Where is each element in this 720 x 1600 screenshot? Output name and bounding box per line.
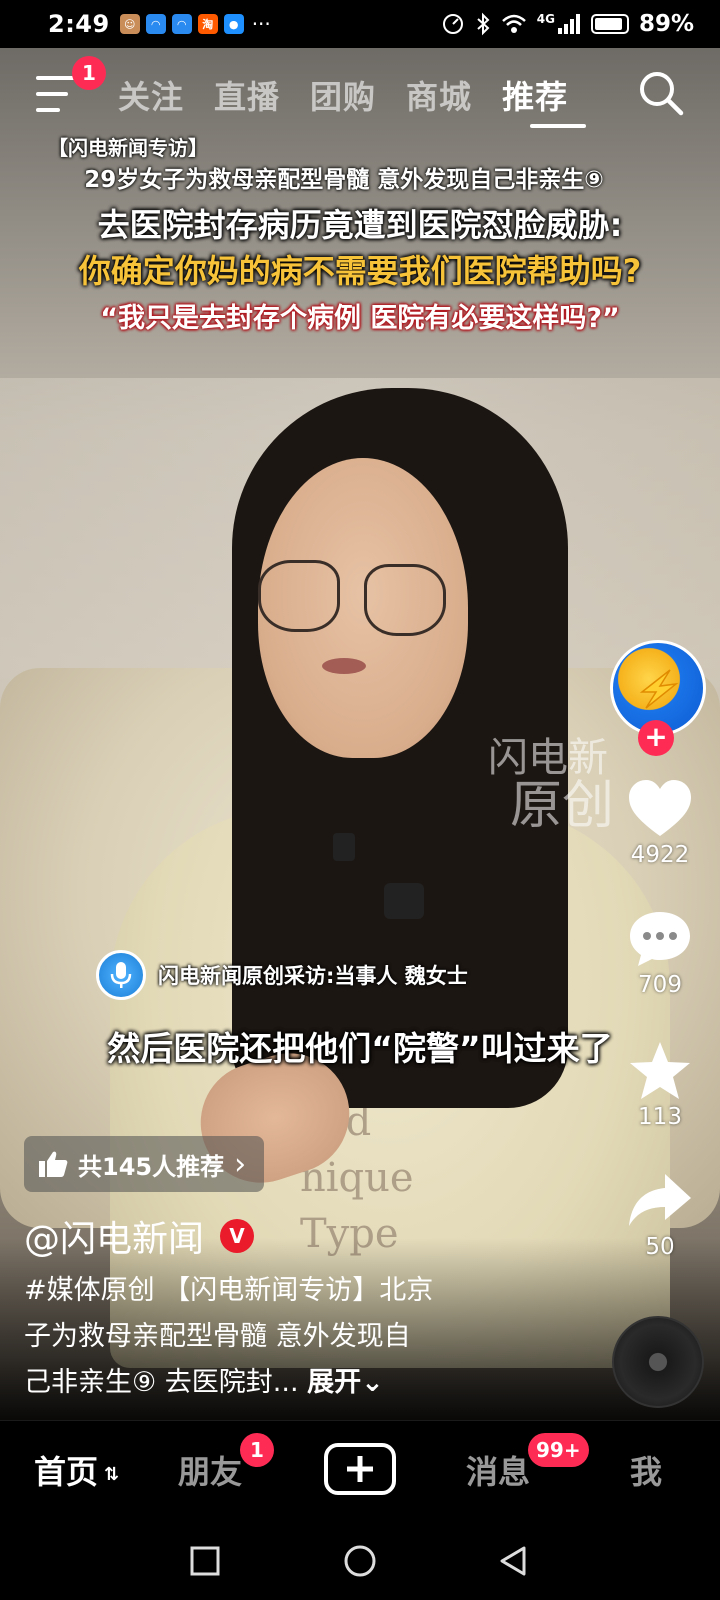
taobao-app-icon: 淘 xyxy=(197,14,218,34)
recommend-chip[interactable]: 共145人推荐 › xyxy=(24,1136,265,1192)
like-button[interactable]: 4922 xyxy=(612,778,708,868)
caption-line1: 29岁女子为救母亲配型骨髓 意外发现自己非亲生⑨ xyxy=(84,167,604,193)
expand-button[interactable]: 展开⌄ xyxy=(307,1367,384,1398)
network-type: 4G xyxy=(536,12,555,26)
status-right: 4G 89% xyxy=(441,11,694,37)
glasses-right xyxy=(364,564,446,636)
recents-icon[interactable] xyxy=(188,1544,222,1578)
favorite-count: 113 xyxy=(638,1104,682,1130)
share-arrow-icon xyxy=(629,1174,691,1226)
plus-icon xyxy=(347,1456,373,1482)
desc-line3: 己非亲生⑨ 去医院封... xyxy=(24,1367,308,1398)
share-button[interactable]: 50 xyxy=(612,1170,708,1260)
nav-friends[interactable]: 朋友 xyxy=(178,1447,242,1493)
comment-button[interactable]: 709 xyxy=(612,908,708,998)
thumbs-up-icon xyxy=(39,1151,68,1177)
chevron-right-icon: › xyxy=(234,1146,247,1182)
tab-following[interactable]: 关注 xyxy=(118,72,184,118)
search-icon[interactable] xyxy=(636,68,686,118)
data-saver-icon xyxy=(442,14,463,34)
caption-line3: 你确定你妈的病不需要我们医院帮助吗? xyxy=(78,252,642,290)
more-notifications-icon: ··· xyxy=(251,12,271,36)
microphone-icon xyxy=(96,950,146,1000)
status-time: 2:49 xyxy=(48,10,110,38)
author-row[interactable]: @闪电新闻 V xyxy=(24,1210,255,1262)
lapel-mic xyxy=(384,883,424,919)
share-count: 50 xyxy=(645,1234,675,1260)
bottom-nav: 首页 ⇅ 朋友 1 消息 99+ 我 xyxy=(0,1420,720,1520)
active-tab-indicator xyxy=(530,124,586,128)
watermark-line1: 闪电新 xyxy=(488,735,608,781)
caption-tag: 【闪电新闻专访】 xyxy=(48,136,208,160)
watermark-line2: 原创 xyxy=(510,776,615,836)
music-disc-icon[interactable] xyxy=(612,1316,704,1408)
interview-text: 闪电新闻原创采访:当事人 魏女士 xyxy=(158,964,468,988)
cloud-app-icon: ◠ xyxy=(145,14,166,34)
heart-icon xyxy=(629,780,691,836)
signal-icon xyxy=(557,14,580,34)
top-nav: 1 关注 直播 团购 商城 推荐 xyxy=(0,56,720,130)
tab-mall[interactable]: 商城 xyxy=(406,72,472,118)
author-avatar[interactable]: + xyxy=(610,640,706,756)
tab-live[interactable]: 直播 xyxy=(214,72,280,118)
comment-icon xyxy=(630,912,690,966)
shirt-print-line: nique xyxy=(300,1155,414,1201)
back-triangle-icon[interactable] xyxy=(496,1544,530,1578)
create-button[interactable] xyxy=(324,1443,396,1495)
glasses-left xyxy=(258,560,340,632)
nav-home[interactable]: 首页 ⇅ xyxy=(34,1447,119,1493)
bluetooth-icon xyxy=(477,12,490,36)
home-circle-icon[interactable] xyxy=(343,1544,377,1578)
video-watermark: 闪电新 原创 xyxy=(488,734,615,836)
weibo-app-icon: ● xyxy=(223,14,244,34)
cloud-app-icon-2: ◠ xyxy=(171,14,192,34)
desc-line1: #媒体原创 【闪电新闻专访】北京 xyxy=(24,1275,434,1306)
messages-badge: 99+ xyxy=(528,1433,589,1467)
tab-group-buy[interactable]: 团购 xyxy=(310,72,376,118)
battery-icon xyxy=(590,14,629,34)
recommend-count-text: 共145人推荐 xyxy=(78,1152,225,1181)
menu-badge: 1 xyxy=(72,56,106,90)
nav-home-label: 首页 xyxy=(34,1453,99,1491)
desc-line2: 子为救母亲配型骨髓 意外发现自 xyxy=(24,1321,411,1352)
lapel-mic-clip xyxy=(333,833,355,861)
caption-line4: “我只是去封存个病例 医院有必要这样吗?” xyxy=(100,303,620,334)
author-name[interactable]: @闪电新闻 xyxy=(24,1210,204,1262)
status-bar: 2:49 ☺ ◠ ◠ 淘 ● ··· 4G 89% xyxy=(0,0,720,48)
status-app-icons: ☺ ◠ ◠ 淘 ● xyxy=(119,14,244,34)
interview-label: 闪电新闻原创采访:当事人 魏女士 xyxy=(96,950,468,1000)
favorite-button[interactable]: 113 xyxy=(612,1040,708,1130)
avatar-app-icon: ☺ xyxy=(119,14,140,34)
battery-percent: 89% xyxy=(638,11,694,37)
wifi-icon xyxy=(501,14,526,33)
desc-line3-row: 己非亲生⑨ 去医院封... 展开⌄ xyxy=(24,1360,584,1406)
caption-line2: 去医院封存病历竟遭到医院怼脸威胁: xyxy=(97,206,623,244)
like-count: 4922 xyxy=(630,842,690,868)
friends-badge: 1 xyxy=(240,1433,274,1467)
nav-messages[interactable]: 消息 xyxy=(466,1447,530,1493)
tab-recommend[interactable]: 推荐 xyxy=(502,72,568,118)
person-mouth xyxy=(322,658,366,674)
system-nav-bar xyxy=(0,1520,720,1600)
nav-me[interactable]: 我 xyxy=(630,1447,662,1493)
verified-badge-icon: V xyxy=(220,1219,255,1253)
star-icon xyxy=(630,1042,690,1099)
feed-tabs: 关注 直播 团购 商城 推荐 xyxy=(118,72,568,118)
comment-count: 709 xyxy=(638,972,682,998)
video-description[interactable]: #媒体原创 【闪电新闻专访】北京 子为救母亲配型骨髓 意外发现自 己非亲生⑨ 去… xyxy=(24,1268,584,1406)
swap-icon: ⇅ xyxy=(104,1463,120,1485)
follow-button[interactable]: + xyxy=(638,720,674,756)
menu-icon[interactable] xyxy=(36,76,76,112)
